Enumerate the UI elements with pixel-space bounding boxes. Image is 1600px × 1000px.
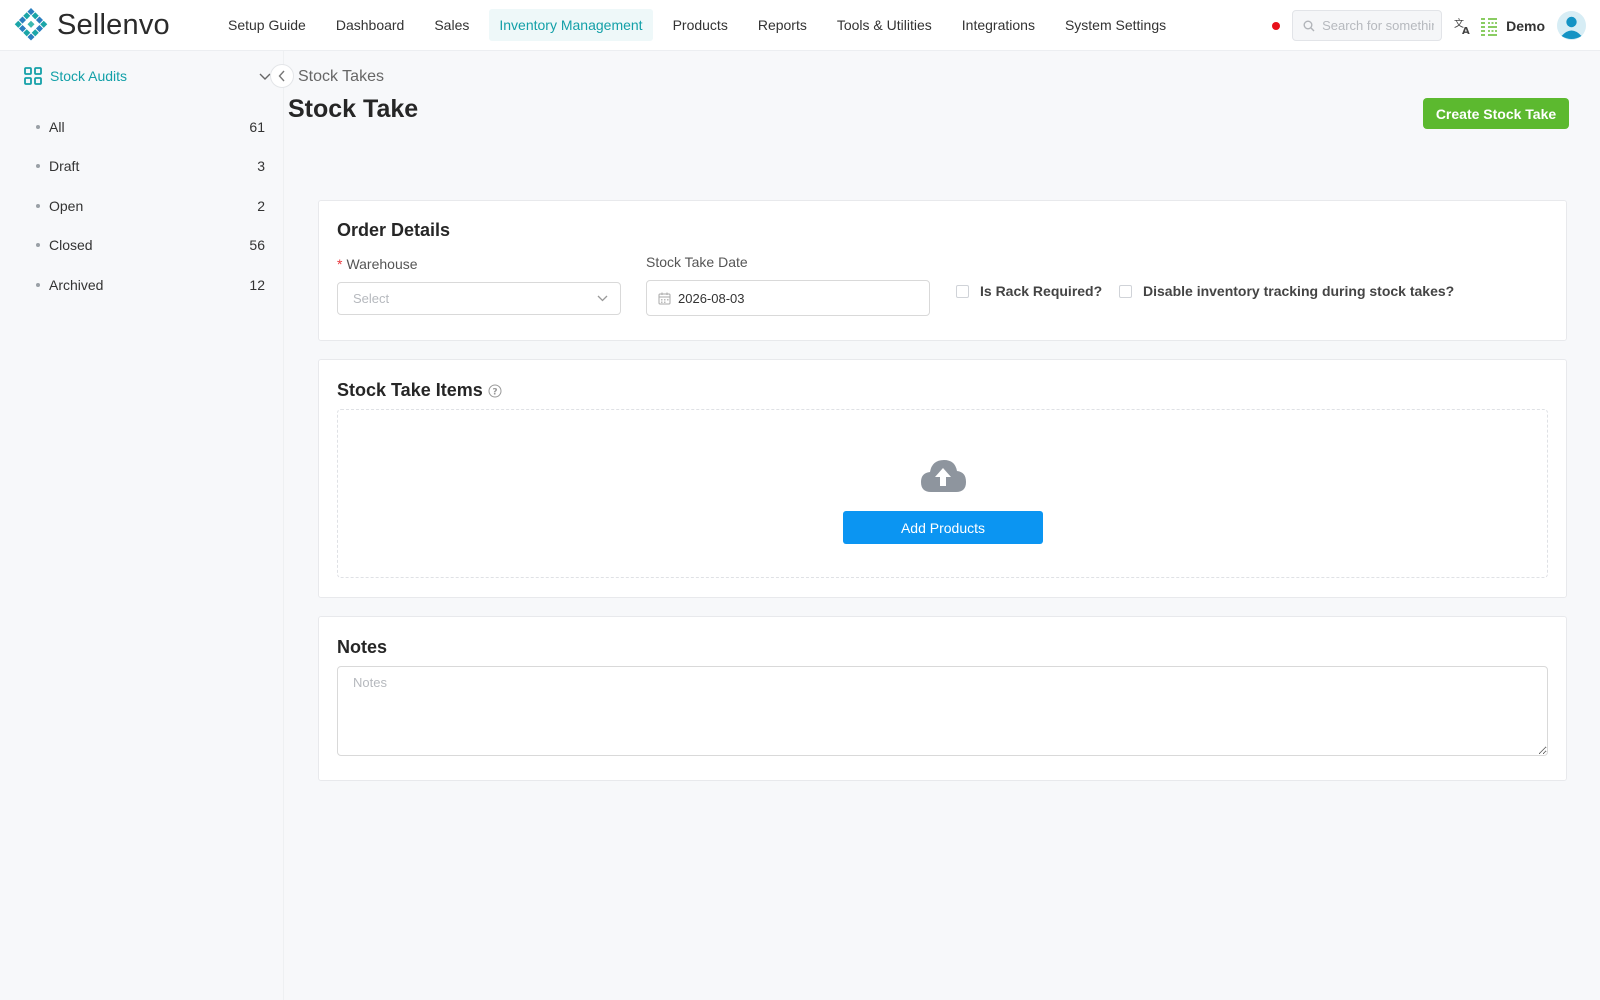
notes-title: Notes [337,637,388,657]
stock-take-date-value: 2026-08-03 [678,290,745,306]
calendar-icon [658,292,671,304]
required-mark: * [337,256,343,272]
sidebar-item-count: 61 [249,118,265,135]
warehouse-select-placeholder: Select [353,291,390,306]
main-nav: Setup Guide Dashboard Sales Inventory Ma… [218,0,1186,50]
grid-icon [24,67,42,85]
list-view-icon[interactable] [1476,13,1502,39]
search-input[interactable] [1322,18,1435,33]
order-details-card: Order Details * Warehouse Select Stock Ta… [318,200,1567,341]
sidebar-item-count: 3 [257,158,265,175]
logo-text: Sellenvo [57,8,170,41]
record-dot-icon [1272,21,1281,30]
disable-tracking-checkbox[interactable] [1119,284,1132,298]
sidebar-item-count: 2 [257,197,265,214]
nav-sales[interactable]: Sales [424,9,479,41]
rack-required-option[interactable]: Is Rack Required? [956,283,1102,299]
sidebar: Stock Audits All 61 Draft 3 Open 2 Close… [0,51,294,1000]
notes-textarea[interactable] [337,666,1548,756]
bullet-icon [36,203,40,208]
sidebar-item-label: Closed [49,237,93,254]
page-title: Stock Take [288,95,419,123]
stock-take-items-title: Stock Take Items ? [337,380,502,401]
top-right-tools: 文 A Demo [1272,0,1586,51]
sidebar-list: All 61 Draft 3 Open 2 Closed 56 Archived… [36,107,266,305]
notes-card: Notes [318,616,1567,781]
nav-dashboard[interactable]: Dashboard [326,9,415,41]
sidebar-item-label: Open [49,197,84,214]
sidebar-item-archived[interactable]: Archived 12 [36,265,266,305]
breadcrumb[interactable]: Stock Takes [298,68,384,86]
logo[interactable]: Sellenvo [14,8,200,42]
sidebar-item-label: Archived [49,276,104,293]
sidebar-section-label: Stock Audits [50,68,128,84]
warehouse-label: * Warehouse [337,256,418,272]
sidebar-item-closed[interactable]: Closed 56 [36,226,266,266]
svg-text:A: A [1462,26,1470,36]
nav-inventory-management[interactable]: Inventory Management [489,9,653,41]
help-icon[interactable]: ? [488,384,502,398]
stock-take-items-title-text: Stock Take Items [337,380,483,400]
disable-tracking-option[interactable]: Disable inventory tracking during stock … [1119,283,1454,299]
bullet-icon [36,243,40,248]
stock-take-date-picker[interactable]: 2026-08-03 [646,280,930,316]
disable-tracking-label: Disable inventory tracking during stock … [1143,283,1455,299]
logo-mark-icon [14,8,48,41]
svg-text:?: ? [492,387,497,397]
search-icon [1303,20,1315,31]
rack-required-checkbox[interactable] [956,284,969,298]
translate-icon[interactable]: 文 A [1450,13,1476,39]
nav-setup-guide[interactable]: Setup Guide [218,9,316,41]
sidebar-item-count: 12 [249,276,265,293]
nav-products[interactable]: Products [663,9,738,41]
rack-required-label: Is Rack Required? [980,283,1103,299]
products-dropzone[interactable]: Add Products [337,409,1548,578]
sidebar-item-draft[interactable]: Draft 3 [36,147,266,187]
search-box[interactable] [1292,10,1443,41]
nav-tools-utilities[interactable]: Tools & Utilities [827,9,942,41]
add-products-button[interactable]: Add Products [843,511,1043,544]
user-name[interactable]: Demo [1506,18,1545,34]
sidebar-item-label: All [49,118,65,135]
bullet-icon [36,124,40,129]
sidebar-item-label: Draft [49,158,80,175]
sidebar-item-open[interactable]: Open 2 [36,186,266,226]
sidebar-collapse-button[interactable] [270,64,294,88]
warehouse-label-text: Warehouse [346,256,418,272]
stock-take-date-label: Stock Take Date [646,254,748,270]
warehouse-select[interactable]: Select [337,282,621,315]
sidebar-section-stock-audits[interactable]: Stock Audits [24,67,127,85]
bullet-icon [36,282,40,287]
cloud-upload-icon [921,460,966,492]
top-navbar: Sellenvo Setup Guide Dashboard Sales Inv… [0,0,1600,51]
chevron-down-icon [597,295,608,302]
bullet-icon [36,164,40,169]
user-avatar-icon[interactable] [1557,11,1586,40]
stock-take-items-card: Stock Take Items ? Add Products [318,359,1567,598]
sidebar-item-count: 56 [249,237,265,254]
nav-integrations[interactable]: Integrations [952,9,1045,41]
nav-reports[interactable]: Reports [748,9,817,41]
chevron-left-icon [278,70,285,82]
sidebar-item-all[interactable]: All 61 [36,107,266,147]
create-stock-take-button[interactable]: Create Stock Take [1423,98,1569,129]
nav-system-settings[interactable]: System Settings [1055,9,1176,41]
order-details-title: Order Details [337,220,451,240]
